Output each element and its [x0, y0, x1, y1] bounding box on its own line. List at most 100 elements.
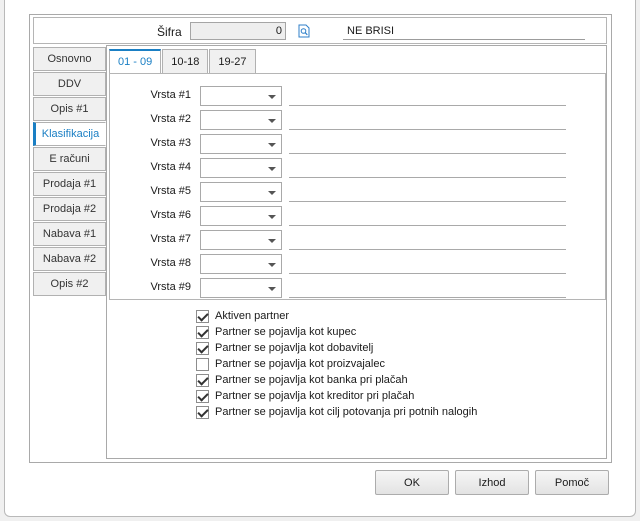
sub-tab-label: 01 - 09 [118, 56, 153, 68]
vrsta-8-select[interactable] [200, 254, 282, 274]
chevron-down-icon [268, 215, 276, 219]
search-button[interactable] [296, 22, 312, 40]
vrsta-label: Vrsta #9 [150, 281, 191, 293]
chevron-down-icon [268, 119, 276, 123]
ok-button[interactable]: OK [375, 470, 449, 495]
vrsta-4-description[interactable] [289, 158, 566, 178]
sub-tab-label: 10-18 [171, 55, 200, 68]
left-tab-osnovno[interactable]: Osnovno [33, 47, 106, 71]
vrsta-label: Vrsta #7 [150, 233, 191, 245]
left-tab-opis-1[interactable]: Opis #1 [33, 97, 106, 121]
vrsta-5-select[interactable] [200, 182, 282, 202]
vrsta-2-description[interactable] [289, 110, 566, 130]
checkbox[interactable] [196, 309, 209, 323]
checkbox-label: Partner se pojavlja kot kreditor pri pla… [215, 390, 415, 402]
left-tab-prodaja-2[interactable]: Prodaja #2 [33, 197, 106, 221]
sub-tab-01-09[interactable]: 01 - 09 [109, 49, 162, 74]
vrsta-3-description[interactable] [289, 134, 566, 154]
vrsta-row: Vrsta #6 [110, 206, 607, 226]
sifra-input[interactable]: 0 [190, 22, 286, 40]
check-dobavitelj[interactable]: Partner se pojavlja kot dobavitelj [196, 340, 477, 356]
check-kupec[interactable]: Partner se pojavlja kot kupec [196, 324, 477, 340]
vrsta-label: Vrsta #4 [150, 161, 191, 173]
left-tab-e-racuni[interactable]: E računi [33, 147, 106, 171]
chevron-down-icon [268, 239, 276, 243]
sub-tab-bar: 01 - 09 10-18 19-27 [109, 49, 257, 74]
vrsta-label: Vrsta #2 [150, 113, 191, 125]
check-kreditor[interactable]: Partner se pojavlja kot kreditor pri pla… [196, 388, 477, 404]
sub-tab-19-27[interactable]: 19-27 [209, 49, 256, 74]
vrsta-8-description[interactable] [289, 254, 566, 274]
vrsta-row: Vrsta #7 [110, 230, 607, 250]
left-tab-label: Prodaja #1 [42, 178, 97, 190]
vrsta-panel: Vrsta #1 Vrsta #2 Vrsta #3 Vrsta #4 Vrst… [109, 73, 606, 300]
chevron-down-icon [268, 263, 276, 267]
chevron-down-icon [268, 95, 276, 99]
vrsta-4-select[interactable] [200, 158, 282, 178]
vrsta-7-description[interactable] [289, 230, 566, 250]
checkbox[interactable] [196, 357, 209, 371]
vrsta-label: Vrsta #6 [150, 209, 191, 221]
sifra-label: Šifra [157, 25, 182, 39]
vrsta-6-description[interactable] [289, 206, 566, 226]
partner-name-field[interactable]: NE BRISI [343, 22, 585, 40]
chevron-down-icon [268, 167, 276, 171]
vrsta-row: Vrsta #2 [110, 110, 607, 130]
vrsta-9-select[interactable] [200, 278, 282, 298]
checkbox[interactable] [196, 325, 209, 339]
vrsta-9-description[interactable] [289, 278, 566, 298]
checkbox-label: Partner se pojavlja kot banka pri plačah [215, 374, 408, 386]
checkbox[interactable] [196, 389, 209, 403]
left-tab-label: Nabava #1 [42, 228, 97, 240]
search-doc-icon [298, 24, 310, 38]
chevron-down-icon [268, 191, 276, 195]
sub-tab-label: 19-27 [218, 55, 247, 68]
vrsta-1-description[interactable] [289, 86, 566, 106]
vrsta-3-select[interactable] [200, 134, 282, 154]
exit-button[interactable]: Izhod [455, 470, 529, 495]
checkbox-label: Partner se pojavlja kot kupec [215, 326, 357, 338]
left-tab-label: E računi [49, 153, 90, 165]
checkbox-label: Partner se pojavlja kot cilj potovanja p… [215, 406, 478, 418]
checkbox-label: Partner se pojavlja kot proizvajalec [215, 358, 385, 370]
checkbox[interactable] [196, 373, 209, 387]
checkbox[interactable] [196, 405, 209, 419]
checkbox[interactable] [196, 341, 209, 355]
vrsta-row: Vrsta #8 [110, 254, 607, 274]
left-tab-label: Klasifikacija [41, 128, 100, 140]
left-tab-ddv[interactable]: DDV [33, 72, 106, 96]
sub-tab-10-18[interactable]: 10-18 [162, 49, 209, 74]
left-tab-nabava-1[interactable]: Nabava #1 [33, 222, 106, 246]
left-tab-label: Opis #2 [50, 278, 89, 290]
chevron-down-icon [268, 143, 276, 147]
left-tab-label: Nabava #2 [42, 253, 97, 265]
vrsta-2-select[interactable] [200, 110, 282, 130]
vrsta-row: Vrsta #9 [110, 278, 607, 298]
vrsta-1-select[interactable] [200, 86, 282, 106]
left-tab-opis-2[interactable]: Opis #2 [33, 272, 106, 296]
left-tab-label: Prodaja #2 [42, 203, 97, 215]
vrsta-6-select[interactable] [200, 206, 282, 226]
left-tab-label: DDV [57, 78, 82, 90]
partner-flags: Aktiven partner Partner se pojavlja kot … [196, 308, 477, 420]
checkbox-label: Aktiven partner [215, 310, 289, 322]
left-tab-prodaja-1[interactable]: Prodaja #1 [33, 172, 106, 196]
vrsta-row: Vrsta #4 [110, 158, 607, 178]
vrsta-row: Vrsta #5 [110, 182, 607, 202]
vrsta-7-select[interactable] [200, 230, 282, 250]
check-banka[interactable]: Partner se pojavlja kot banka pri plačah [196, 372, 477, 388]
checkbox-label: Partner se pojavlja kot dobavitelj [215, 342, 374, 354]
vrsta-row: Vrsta #1 [110, 86, 607, 106]
vrsta-5-description[interactable] [289, 182, 566, 202]
left-tab-klasifikacija[interactable]: Klasifikacija [33, 122, 106, 146]
help-button[interactable]: Pomoč [535, 470, 609, 495]
check-cilj-potovanja[interactable]: Partner se pojavlja kot cilj potovanja p… [196, 404, 477, 420]
left-tab-nabava-2[interactable]: Nabava #2 [33, 247, 106, 271]
left-tab-list: Osnovno DDV Opis #1 Klasifikacija E raču… [33, 47, 106, 297]
check-proizvajalec[interactable]: Partner se pojavlja kot proizvajalec [196, 356, 477, 372]
check-aktiven-partner[interactable]: Aktiven partner [196, 308, 477, 324]
vrsta-label: Vrsta #5 [150, 185, 191, 197]
vrsta-label: Vrsta #8 [150, 257, 191, 269]
left-tab-label: Osnovno [47, 53, 92, 65]
chevron-down-icon [268, 287, 276, 291]
